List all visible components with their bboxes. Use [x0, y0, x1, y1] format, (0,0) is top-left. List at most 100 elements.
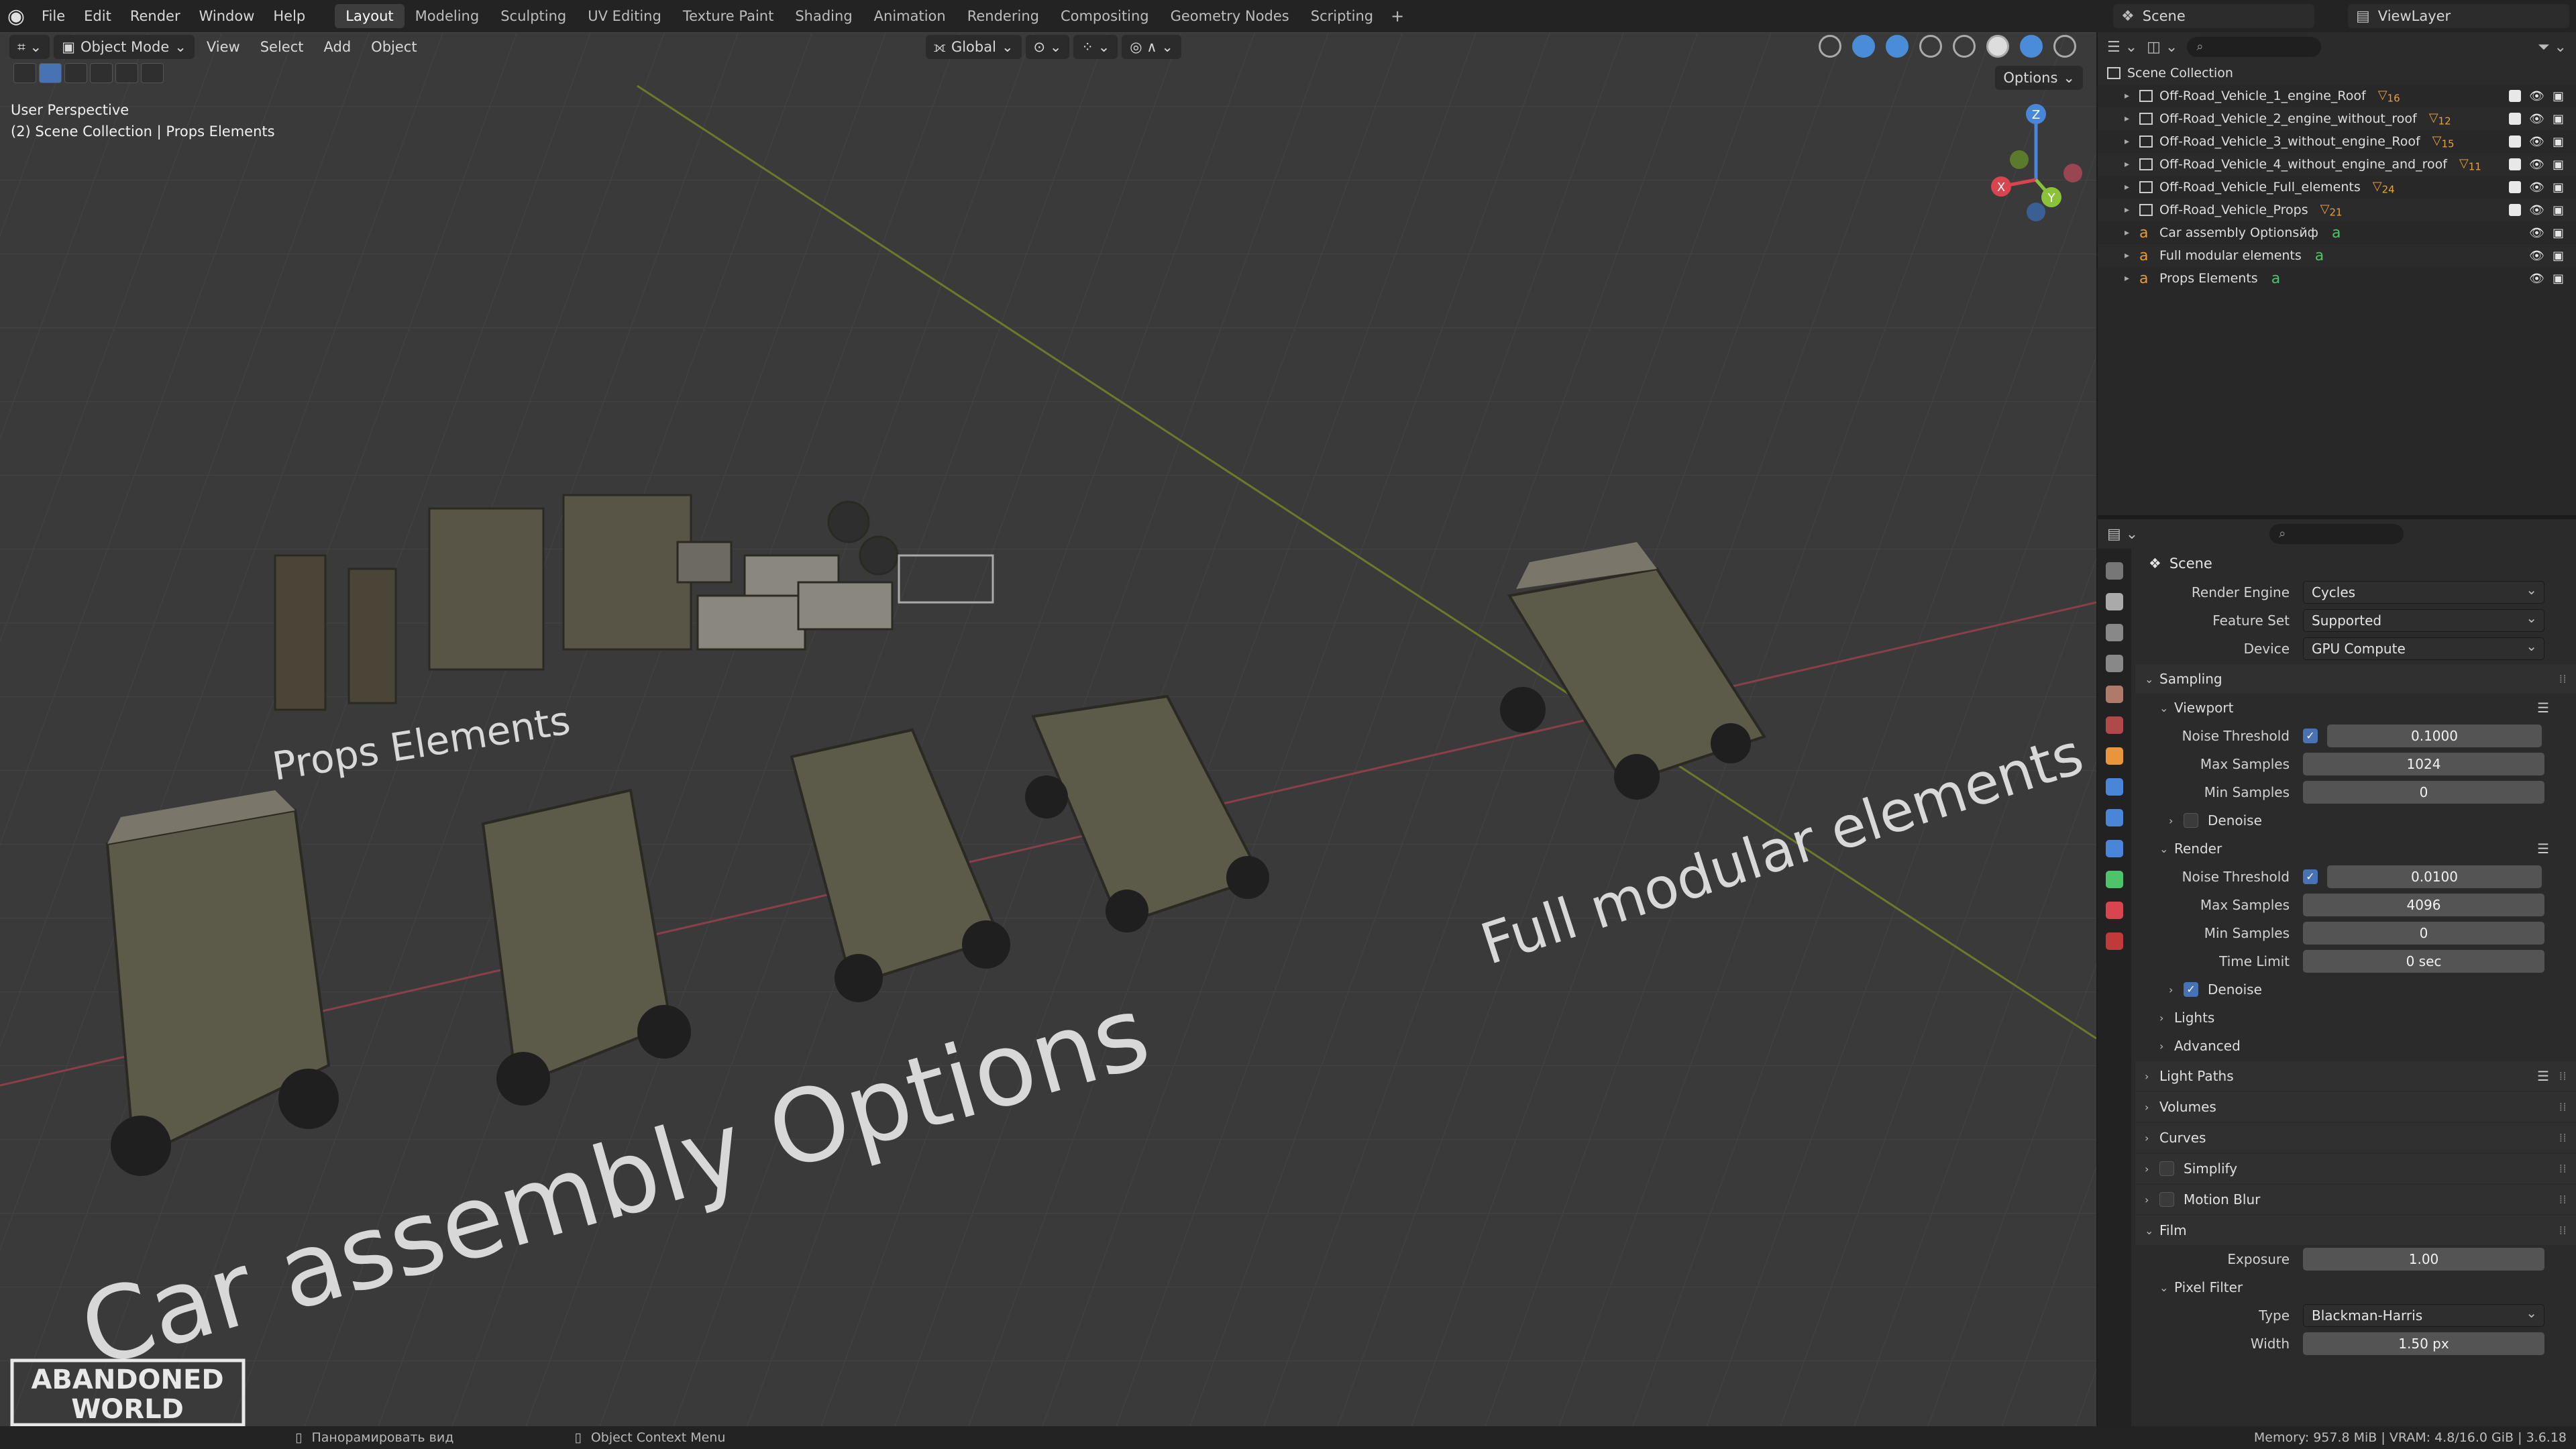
eye-icon[interactable]: 👁: [2529, 203, 2544, 217]
shading-solid-icon[interactable]: [1986, 35, 2009, 58]
exclude-checkbox[interactable]: [2509, 112, 2522, 125]
camera-icon[interactable]: ▣: [2553, 135, 2564, 149]
camera-icon[interactable]: ▣: [2553, 89, 2564, 103]
eye-icon[interactable]: 👁: [2529, 135, 2544, 149]
outliner-row-text-props[interactable]: ▸ a Props Elements a 👁 ▣: [2098, 267, 2576, 290]
drag-handle-icon[interactable]: ⁞⁞: [2559, 1100, 2567, 1114]
shading-rendered-icon[interactable]: [2053, 35, 2076, 58]
mode-dropdown[interactable]: ▣ Object Mode ⌄: [54, 35, 195, 59]
vp-min-samples-input[interactable]: 0: [2303, 781, 2544, 804]
tab-uv-editing[interactable]: UV Editing: [577, 4, 672, 28]
eye-icon[interactable]: 👁: [2529, 89, 2544, 103]
tab-shading[interactable]: Shading: [784, 4, 863, 28]
world-tab-icon[interactable]: [2106, 716, 2123, 734]
render-tab-icon[interactable]: [2106, 593, 2123, 610]
expand-arrow-icon[interactable]: ▸: [2125, 136, 2139, 147]
snap-button[interactable]: ⁘ ⌄: [1073, 35, 1118, 59]
r-noise-threshold-input[interactable]: 0.0100: [2327, 865, 2542, 888]
filter-type-dropdown[interactable]: Blackman-Harris: [2303, 1302, 2544, 1327]
view-layer-tab-icon[interactable]: [2106, 655, 2123, 672]
simplify-section[interactable]: › Simplify ⁞⁞: [2135, 1154, 2576, 1183]
film-section[interactable]: ⌄ Film ⁞⁞: [2135, 1216, 2576, 1245]
tab-modeling[interactable]: Modeling: [405, 4, 490, 28]
vp-noise-threshold-input[interactable]: 0.1000: [2327, 724, 2542, 747]
lights-subsection[interactable]: › Lights: [2135, 1004, 2576, 1032]
eye-icon[interactable]: 👁: [2529, 249, 2544, 263]
light-paths-section[interactable]: › Light Paths ☰ ⁞⁞: [2135, 1061, 2576, 1091]
filter-width-input[interactable]: 1.50 px: [2303, 1332, 2544, 1355]
drag-handle-icon[interactable]: ⁞⁞: [2559, 1162, 2567, 1176]
device-dropdown[interactable]: GPU Compute: [2303, 635, 2544, 660]
properties-search-input[interactable]: ⌕: [2269, 524, 2404, 544]
menu-window[interactable]: Window: [190, 0, 264, 32]
presets-icon[interactable]: ☰: [2537, 841, 2549, 857]
camera-icon[interactable]: ▣: [2553, 272, 2564, 286]
exclude-checkbox[interactable]: [2509, 203, 2522, 216]
camera-icon[interactable]: ▣: [2553, 158, 2564, 172]
presets-icon[interactable]: ☰: [2537, 700, 2549, 716]
select-tool-icon[interactable]: [13, 63, 36, 83]
outliner-row-text-car[interactable]: ▸ a Car assembly Optionsйф a 👁 ▣: [2098, 221, 2576, 244]
menu-help[interactable]: Help: [264, 0, 315, 32]
data-tab-icon[interactable]: [2106, 871, 2123, 888]
options-button[interactable]: Options ⌄: [1995, 66, 2083, 90]
exclude-checkbox[interactable]: [2509, 89, 2522, 102]
tool-tab-icon[interactable]: [2106, 562, 2123, 580]
exclude-checkbox[interactable]: [2509, 158, 2522, 170]
select-invert-icon[interactable]: [115, 63, 138, 83]
select-subtract-icon[interactable]: [90, 63, 113, 83]
outliner-row-vehicle-full[interactable]: ▸ Off-Road_Vehicle_Full_elements ▽24 👁 ▣: [2098, 176, 2576, 199]
3d-viewport[interactable]: Props Elements Car assembly Options Full…: [0, 32, 2096, 1426]
scene-selector[interactable]: ❖ Scene: [2113, 4, 2314, 28]
tab-geometry-nodes[interactable]: Geometry Nodes: [1160, 4, 1300, 28]
exposure-input[interactable]: 1.00: [2303, 1248, 2544, 1271]
pivot-point-button[interactable]: ⊙ ⌄: [1025, 35, 1070, 59]
camera-icon[interactable]: ▣: [2553, 226, 2564, 240]
object-tab-icon[interactable]: [2106, 747, 2123, 765]
proportional-edit-button[interactable]: ◎ ∧ ⌄: [1122, 35, 1181, 59]
time-limit-input[interactable]: 0 sec: [2303, 950, 2544, 973]
expand-arrow-icon[interactable]: ▸: [2125, 273, 2139, 284]
expand-arrow-icon[interactable]: ▸: [2125, 159, 2139, 170]
motion-blur-section[interactable]: › Motion Blur ⁞⁞: [2135, 1185, 2576, 1214]
r-denoise-subsection[interactable]: › ✓ Denoise: [2135, 975, 2576, 1004]
curves-section[interactable]: › Curves ⁞⁞: [2135, 1123, 2576, 1152]
vp-denoise-checkbox[interactable]: [2184, 813, 2198, 828]
blender-logo-icon[interactable]: ◉: [0, 0, 32, 32]
expand-arrow-icon[interactable]: ▸: [2125, 250, 2139, 261]
drag-handle-icon[interactable]: ⁞⁞: [2559, 1069, 2567, 1083]
tab-texture-paint[interactable]: Texture Paint: [672, 4, 785, 28]
texture-tab-icon[interactable]: [2106, 932, 2123, 950]
constraint-tab-icon[interactable]: [2106, 840, 2123, 857]
sampling-section[interactable]: ⌄ Sampling ⁞⁞: [2135, 664, 2576, 694]
filter-icon[interactable]: ⏷ ⌄: [2538, 39, 2567, 56]
tab-sculpting[interactable]: Sculpting: [490, 4, 577, 28]
material-tab-icon[interactable]: [2106, 902, 2123, 919]
expand-arrow-icon[interactable]: ▸: [2125, 182, 2139, 193]
camera-icon[interactable]: ▣: [2553, 112, 2564, 126]
motion-blur-checkbox[interactable]: [2159, 1192, 2174, 1207]
visibility-icon[interactable]: [1819, 35, 1841, 58]
vp-noise-threshold-checkbox[interactable]: ✓: [2303, 729, 2318, 743]
select-intersect-icon[interactable]: [141, 63, 164, 83]
display-mode-icon[interactable]: ◫ ⌄: [2147, 39, 2178, 56]
menu-file[interactable]: File: [32, 0, 74, 32]
view-layer-selector[interactable]: ▤ ViewLayer: [2348, 4, 2569, 28]
render-subsection[interactable]: ⌄ Render ☰: [2135, 835, 2576, 863]
shading-material-icon[interactable]: [2020, 35, 2043, 58]
r-noise-threshold-checkbox[interactable]: ✓: [2303, 869, 2318, 884]
pixel-filter-subsection[interactable]: ⌄ Pixel Filter: [2135, 1273, 2576, 1301]
camera-icon[interactable]: ▣: [2553, 180, 2564, 195]
gizmo-toggle-icon[interactable]: [1852, 35, 1875, 58]
viewport-scene[interactable]: Props Elements Car assembly Options Full…: [0, 32, 2096, 1426]
presets-icon[interactable]: ☰: [2537, 1068, 2549, 1084]
feature-set-dropdown[interactable]: Supported: [2303, 607, 2544, 632]
eye-icon[interactable]: 👁: [2529, 158, 2544, 172]
render-engine-dropdown[interactable]: Cycles: [2303, 579, 2544, 604]
drag-handle-icon[interactable]: ⁞⁞: [2559, 672, 2567, 686]
eye-icon[interactable]: 👁: [2529, 226, 2544, 240]
vp-denoise-subsection[interactable]: › Denoise: [2135, 806, 2576, 835]
outliner-row-vehicle-props[interactable]: ▸ Off-Road_Vehicle_Props ▽21 👁 ▣: [2098, 199, 2576, 221]
eye-icon[interactable]: 👁: [2529, 272, 2544, 286]
vp-max-samples-input[interactable]: 1024: [2303, 753, 2544, 775]
